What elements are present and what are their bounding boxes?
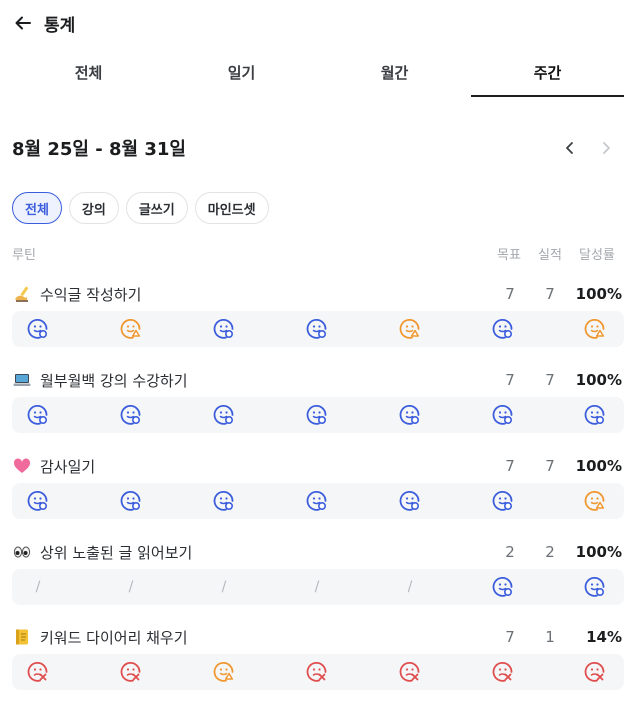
tab-all[interactable]: 전체 [12,56,165,97]
tab-weekly[interactable]: 주간 [471,56,624,97]
face-done-icon[interactable] [398,403,422,427]
day-empty-mark: / [407,579,413,595]
face-partial-icon[interactable] [398,317,422,341]
face-done-icon[interactable] [583,575,607,599]
tab-monthly[interactable]: 월간 [318,56,471,97]
page-title: 통계 [44,15,76,36]
face-done-icon[interactable] [305,489,329,513]
chip-lecture[interactable]: 강의 [68,192,119,224]
column-actual: 실적 [538,248,562,263]
face-done-icon[interactable] [212,403,236,427]
routine-actual: 7 [545,371,555,389]
routine-rate: 100% [575,285,622,303]
face-missed-icon[interactable] [26,660,50,684]
routine-goal: 7 [505,371,515,389]
face-missed-icon[interactable] [305,660,329,684]
routine-name: 감사일기 [40,457,96,476]
face-done-icon[interactable] [26,403,50,427]
face-missed-icon[interactable] [398,660,422,684]
day-empty-mark: / [128,579,134,595]
routine-name: 수익글 작성하기 [40,285,142,304]
routine-goal: 2 [505,543,515,561]
routine-name: 키워드 다이어리 채우기 [40,628,188,647]
chip-all[interactable]: 전체 [12,192,62,224]
face-partial-icon[interactable] [583,489,607,513]
notebook-icon [12,627,32,647]
category-filter: 전체 강의 글쓰기 마인드셋 [12,192,269,224]
day-empty-mark: / [314,579,320,595]
day-empty-mark: / [35,579,41,595]
routine-item[interactable]: 상위 노출된 글 읽어보기 2 2 100% / / / / / [12,537,624,605]
face-done-icon[interactable] [305,317,329,341]
column-routine: 루틴 [12,248,36,263]
face-done-icon[interactable] [26,317,50,341]
routine-rate: 100% [575,543,622,561]
routine-rate: 14% [586,628,622,646]
face-done-icon[interactable] [491,317,515,341]
routine-actual: 7 [545,285,555,303]
routine-week-track [12,397,624,433]
routine-goal: 7 [505,628,515,646]
prev-week-chevron-icon[interactable] [560,138,580,158]
face-partial-icon[interactable] [583,317,607,341]
column-rate: 달성률 [579,248,615,263]
routine-rate: 100% [575,371,622,389]
face-partial-icon[interactable] [119,317,143,341]
day-empty-mark: / [221,579,227,595]
face-done-icon[interactable] [212,489,236,513]
face-done-icon[interactable] [583,403,607,427]
routine-name: 상위 노출된 글 읽어보기 [40,543,193,562]
face-missed-icon[interactable] [491,660,515,684]
routine-actual: 7 [545,457,555,475]
routine-item[interactable]: 감사일기 7 7 100% [12,451,624,519]
face-done-icon[interactable] [305,403,329,427]
routine-header: 상위 노출된 글 읽어보기 2 2 100% [12,537,624,567]
routine-week-track [12,311,624,347]
face-done-icon[interactable] [119,403,143,427]
routine-actual: 1 [545,628,555,646]
tab-bar: 전체 일기 월간 주간 [12,56,624,97]
routine-name: 월부월백 강의 수강하기 [40,371,188,390]
pink-heart-icon [12,456,32,476]
tab-daily[interactable]: 일기 [165,56,318,97]
writing-hand-icon [12,284,32,304]
routine-header: 수익글 작성하기 7 7 100% [12,279,624,309]
routine-header: 월부월백 강의 수강하기 7 7 100% [12,365,624,395]
next-week-chevron-icon[interactable] [596,138,616,158]
face-done-icon[interactable] [212,317,236,341]
face-done-icon[interactable] [398,489,422,513]
routine-goal: 7 [505,285,515,303]
face-done-icon[interactable] [491,575,515,599]
routine-actual: 2 [545,543,555,561]
routine-week-track [12,483,624,519]
routine-item[interactable]: 수익글 작성하기 7 7 100% [12,279,624,347]
routine-header: 키워드 다이어리 채우기 7 1 14% [12,622,624,652]
face-done-icon[interactable] [491,403,515,427]
routine-header: 감사일기 7 7 100% [12,451,624,481]
routine-goal: 7 [505,457,515,475]
face-partial-icon[interactable] [212,660,236,684]
face-done-icon[interactable] [26,489,50,513]
routine-rate: 100% [575,457,622,475]
chip-mindset[interactable]: 마인드셋 [194,192,269,224]
face-missed-icon[interactable] [583,660,607,684]
date-range: 8월 25일 - 8월 31일 [12,139,186,160]
face-done-icon[interactable] [119,489,143,513]
routine-item[interactable]: 키워드 다이어리 채우기 7 1 14% [12,622,624,690]
face-done-icon[interactable] [491,489,515,513]
routine-week-track [12,654,624,690]
back-arrow-icon[interactable] [12,12,34,34]
face-missed-icon[interactable] [119,660,143,684]
header: 통계 [12,8,75,38]
laptop-icon [12,370,32,390]
routine-item[interactable]: 월부월백 강의 수강하기 7 7 100% [12,365,624,433]
eyes-icon [12,542,32,562]
routine-week-track: / / / / / [12,569,624,605]
column-goal: 목표 [497,248,521,263]
chip-writing[interactable]: 글쓰기 [125,192,188,224]
